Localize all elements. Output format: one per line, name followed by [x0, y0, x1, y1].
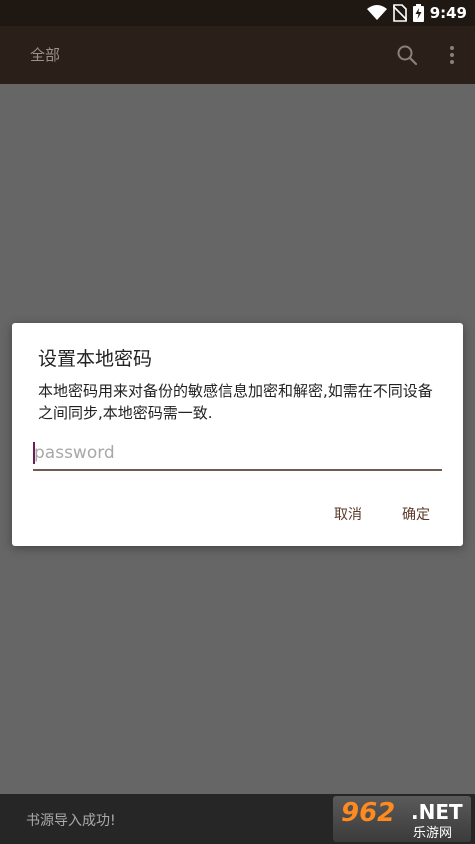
watermark-number: 962 [341, 798, 396, 828]
dialog-title: 设置本地密码 [38, 348, 153, 370]
wifi-icon [366, 5, 387, 20]
text-cursor [33, 442, 35, 464]
cancel-button[interactable]: 取消 [334, 504, 362, 524]
password-field[interactable] [33, 439, 442, 471]
more-vert-icon[interactable] [446, 43, 458, 67]
watermark-logo: 962 .NET 乐游网 [333, 796, 471, 842]
app-bar: 全部 [0, 26, 475, 84]
set-local-password-dialog: 设置本地密码 本地密码用来对备份的敏感信息加密和解密,如需在不同设备之间同步,本… [12, 323, 463, 546]
battery-charging-icon [412, 4, 424, 22]
no-sim-icon [392, 4, 407, 22]
status-icons: 9:49 [366, 3, 467, 23]
status-bar: 9:49 [0, 0, 475, 26]
watermark-subtitle: 乐游网 [413, 826, 453, 841]
snackbar-text: 书源导入成功! [26, 813, 116, 829]
password-underline [33, 469, 442, 471]
password-input[interactable] [34, 439, 439, 467]
search-icon[interactable] [396, 44, 418, 66]
app-bar-title[interactable]: 全部 [30, 44, 60, 65]
watermark-suffix: .NET [411, 800, 463, 824]
dialog-message: 本地密码用来对备份的敏感信息加密和解密,如需在不同设备之间同步,本地密码需一致. [38, 382, 433, 422]
ok-button[interactable]: 确定 [402, 504, 430, 524]
status-time: 9:49 [429, 4, 467, 22]
